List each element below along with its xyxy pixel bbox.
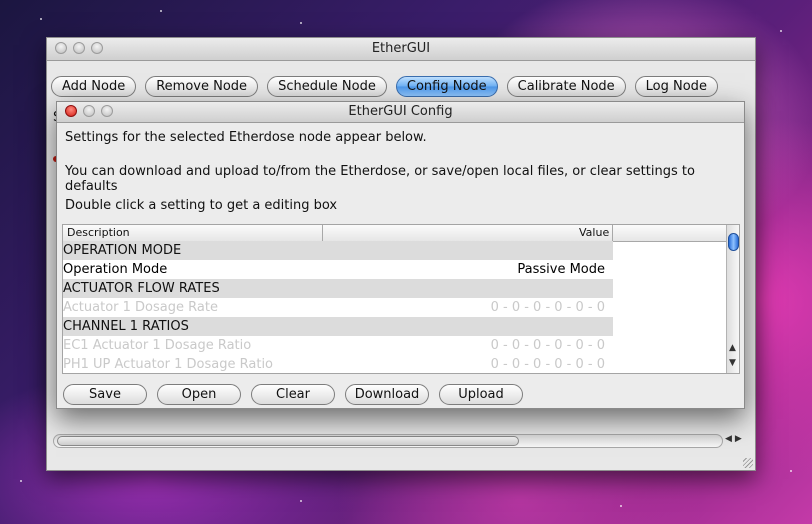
settings-table[interactable]: Description Value OPERATION MODE Operatio…: [62, 224, 740, 374]
add-node-button[interactable]: Add Node: [51, 76, 137, 97]
row-description: CHANNEL 1 RATIOS: [63, 319, 189, 334]
calibrate-node-button[interactable]: Calibrate Node: [506, 76, 626, 97]
table-row[interactable]: PH1 UP Actuator 1 Dosage Ratio 0 - 0 - 0 …: [63, 355, 613, 373]
table-row[interactable]: Actuator 1 Dosage Rate 0 - 0 - 0 - 0 - 0 …: [63, 298, 613, 317]
row-description: Operation Mode: [63, 262, 168, 277]
table-section-row[interactable]: CHANNEL 1 RATIOS: [63, 317, 613, 336]
horizontal-scrollbar[interactable]: ◀ ▶: [53, 434, 749, 448]
main-titlebar[interactable]: EtherGUI: [47, 38, 755, 61]
schedule-node-button[interactable]: Schedule Node: [267, 76, 387, 97]
header-description[interactable]: Description: [67, 226, 130, 239]
vertical-scrollbar[interactable]: ▲ ▼: [726, 225, 739, 373]
scroll-thumb[interactable]: [57, 436, 519, 446]
row-value: 0 - 0 - 0 - 0 - 0 - 0: [490, 338, 605, 353]
minimize-window-icon[interactable]: [73, 42, 85, 54]
dialog-titlebar[interactable]: EtherGUI Config: [57, 102, 744, 123]
row-description: OPERATION MODE: [63, 243, 182, 258]
row-value: 0 - 0 - 0 - 0 - 0 - 0: [490, 300, 605, 315]
dialog-button-row: Save Open Clear Download Upload: [63, 384, 523, 405]
info-line-2: You can download and upload to/from the …: [65, 164, 695, 194]
close-window-icon[interactable]: [55, 42, 67, 54]
scroll-arrows: ◀ ▶: [725, 434, 742, 444]
table-header: Description Value: [63, 225, 727, 242]
row-description: ACTUATOR FLOW RATES: [63, 281, 220, 296]
info-line-1: Settings for the selected Etherdose node…: [65, 130, 427, 145]
table-row[interactable]: EC1 Actuator 1 Dosage Ratio 0 - 0 - 0 - 0…: [63, 336, 613, 355]
close-dialog-icon[interactable]: [65, 105, 77, 117]
save-button[interactable]: Save: [63, 384, 147, 405]
vertical-scroll-thumb[interactable]: [728, 233, 739, 251]
header-value[interactable]: Value: [579, 226, 609, 239]
dialog-title: EtherGUI Config: [348, 104, 453, 119]
clear-button[interactable]: Clear: [251, 384, 335, 405]
window-controls: [55, 42, 103, 54]
config-node-button[interactable]: Config Node: [395, 76, 498, 97]
config-dialog: EtherGUI Config Settings for the selecte…: [56, 101, 745, 409]
dialog-window-controls: [65, 105, 113, 117]
download-button[interactable]: Download: [345, 384, 429, 405]
upload-button[interactable]: Upload: [439, 384, 523, 405]
scroll-down-arrow-icon[interactable]: ▼: [729, 358, 736, 368]
row-value: 0 - 0 - 0 - 0 - 0 - 0: [490, 357, 605, 372]
table-section-row[interactable]: OPERATION MODE: [63, 241, 613, 260]
row-description: EC1 Actuator 1 Dosage Ratio: [63, 338, 252, 353]
scroll-right-arrow-icon[interactable]: ▶: [735, 434, 742, 444]
table-section-row[interactable]: ACTUATOR FLOW RATES: [63, 279, 613, 298]
row-description: Actuator 1 Dosage Rate: [63, 300, 218, 315]
minimize-dialog-icon[interactable]: [83, 105, 95, 117]
scroll-track[interactable]: [53, 434, 723, 448]
node-toolbar: Add Node Remove Node Schedule Node Config N…: [51, 76, 718, 97]
table-rows: OPERATION MODE Operation Mode Passive Mode…: [63, 241, 613, 373]
resize-grip-icon[interactable]: [743, 458, 753, 468]
table-row[interactable]: Operation Mode Passive Mode: [63, 260, 613, 279]
scroll-left-arrow-icon[interactable]: ◀: [725, 434, 732, 444]
info-line-3: Double click a setting to get a editing …: [65, 198, 338, 213]
open-button[interactable]: Open: [157, 384, 241, 405]
main-window-title: EtherGUI: [371, 41, 431, 56]
row-value: Passive Mode: [517, 262, 605, 277]
zoom-window-icon[interactable]: [91, 42, 103, 54]
log-node-button[interactable]: Log Node: [634, 76, 718, 97]
remove-node-button[interactable]: Remove Node: [145, 76, 259, 97]
scroll-up-arrow-icon[interactable]: ▲: [729, 343, 736, 353]
row-description: PH1 UP Actuator 1 Dosage Ratio: [63, 357, 274, 372]
zoom-dialog-icon[interactable]: [101, 105, 113, 117]
